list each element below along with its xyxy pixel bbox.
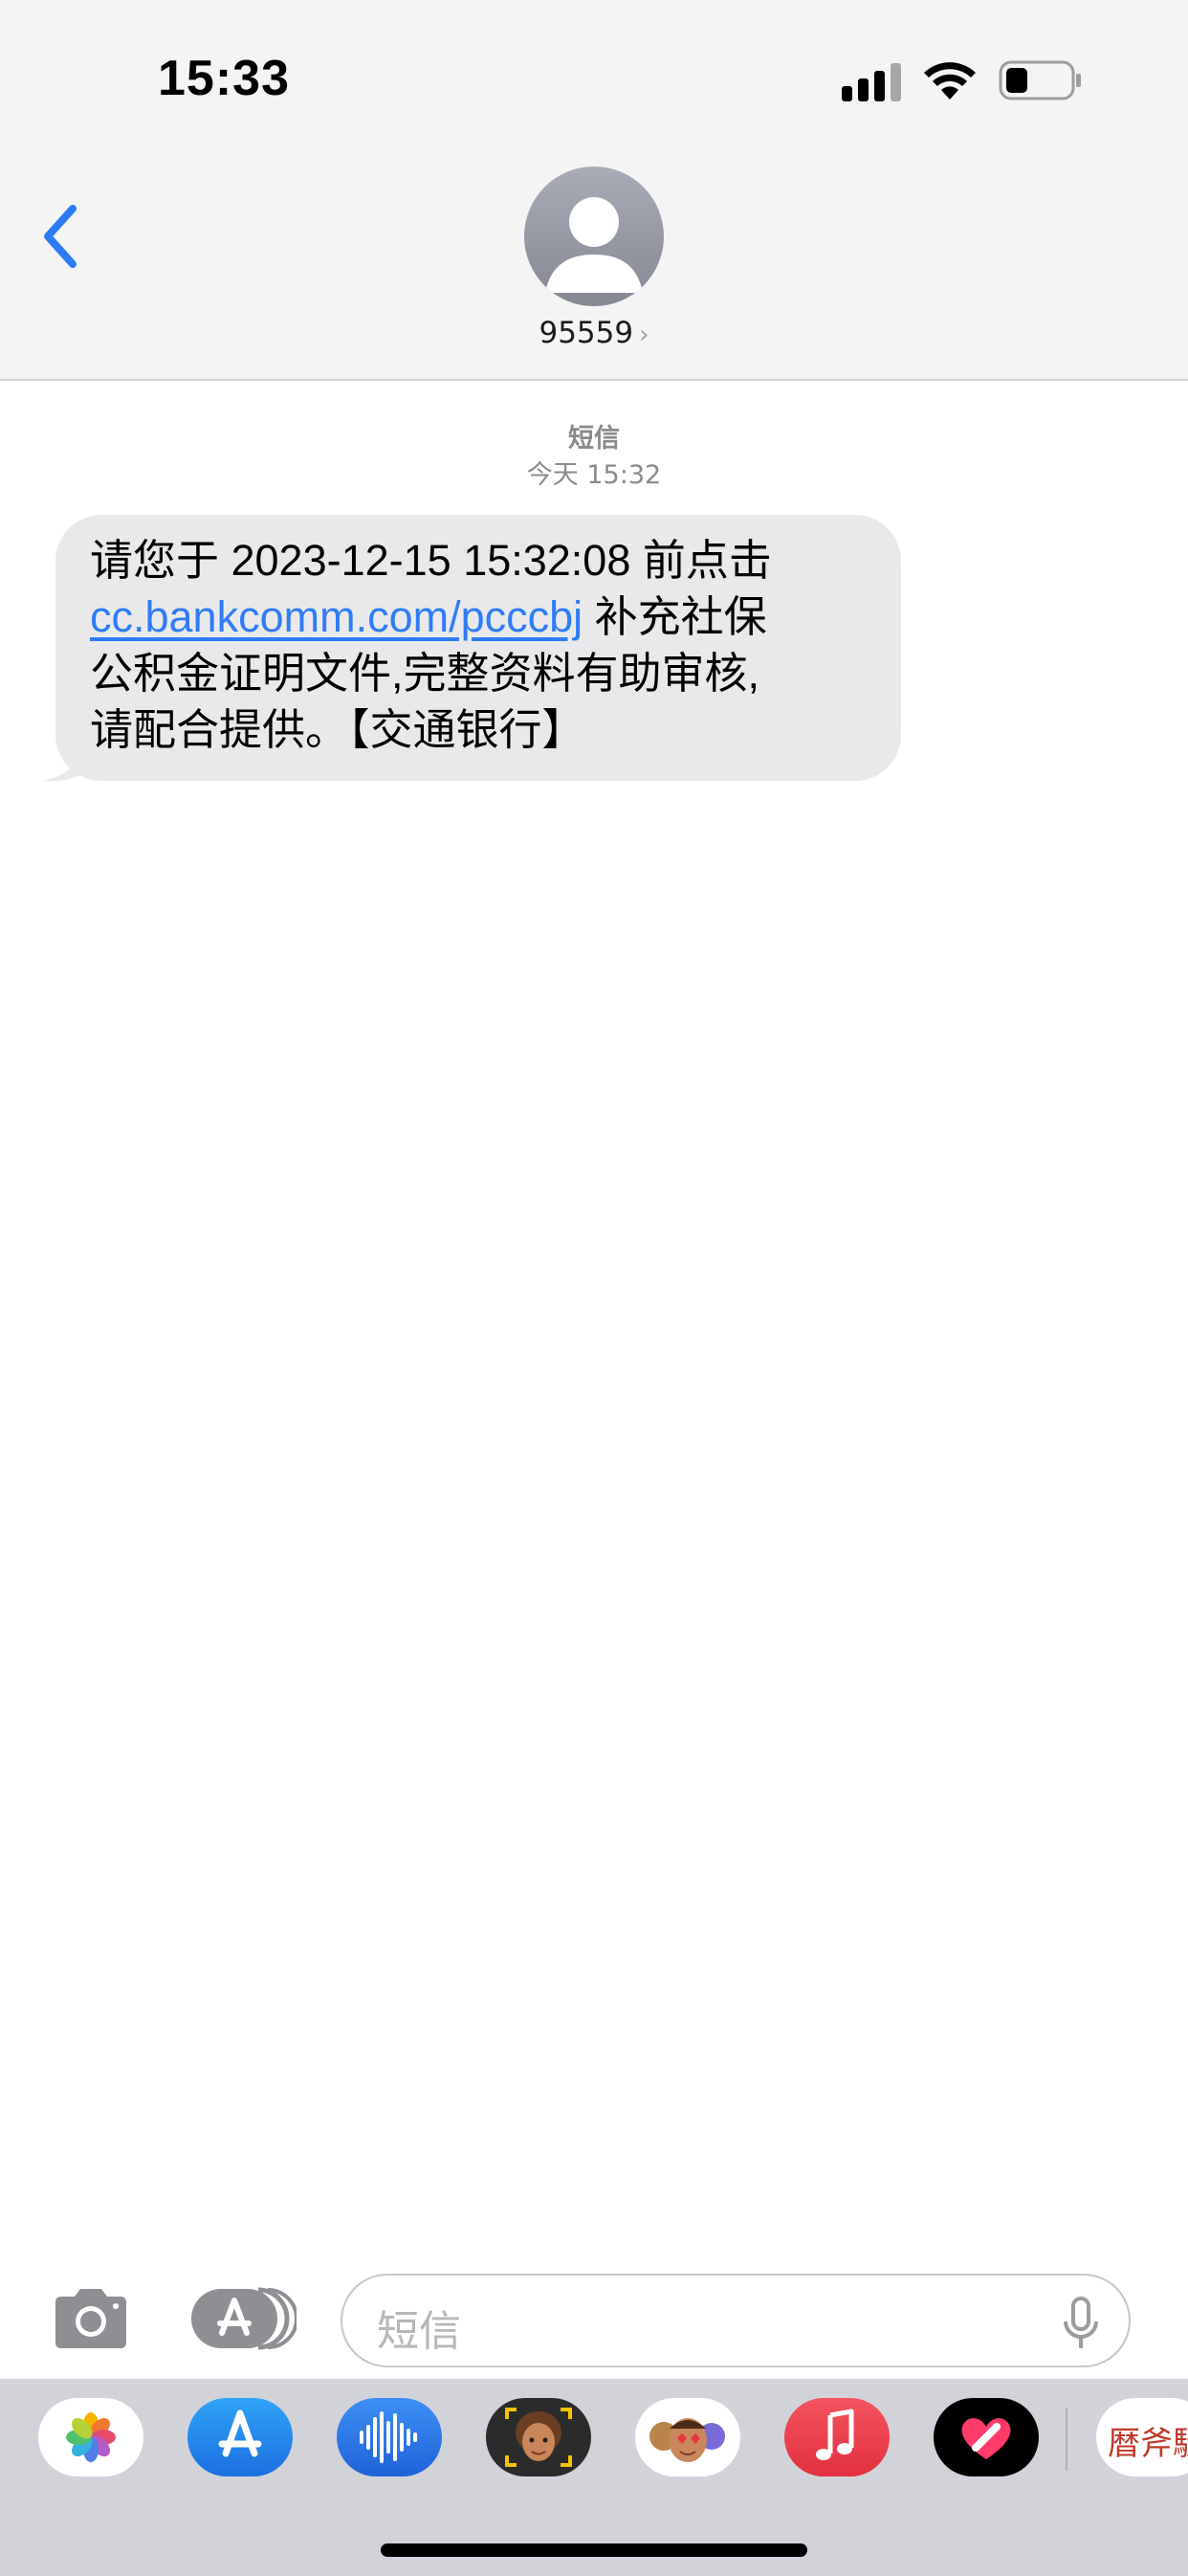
back-chevron-icon[interactable] bbox=[40, 203, 82, 270]
camera-icon[interactable] bbox=[50, 2285, 132, 2352]
contact-name-button[interactable]: 95559 › bbox=[0, 316, 1188, 350]
imessage-app-drawer: 暦斧騒 bbox=[0, 2379, 1188, 2576]
message-input[interactable]: 短信 bbox=[341, 2274, 1131, 2367]
message-line-3: 公积金证明文件,完整资料有助审核, bbox=[90, 649, 760, 698]
animoji-stickers-icon[interactable] bbox=[635, 2398, 740, 2476]
message-line-1: 请您于 2023-12-15 15:32:08 前点击 bbox=[90, 536, 772, 585]
digital-touch-icon[interactable] bbox=[934, 2398, 1039, 2476]
contact-number: 95559 bbox=[539, 316, 634, 350]
message-line-2: 补充社保 bbox=[583, 592, 767, 641]
person-silhouette-icon bbox=[545, 197, 643, 293]
message-text: 请您于 2023-12-15 15:32:08 前点击 cc.bankcomm.… bbox=[90, 532, 884, 758]
cellular-signal-icon bbox=[842, 63, 901, 101]
input-placeholder: 短信 bbox=[377, 2307, 461, 2356]
sticker-text: 暦斧騒 bbox=[1108, 2425, 1188, 2463]
microphone-icon[interactable] bbox=[1062, 2297, 1100, 2350]
memoji-icon[interactable] bbox=[486, 2398, 591, 2476]
app-store-icon[interactable] bbox=[187, 2398, 293, 2476]
wifi-icon bbox=[924, 62, 976, 100]
app-store-button-icon[interactable] bbox=[191, 2285, 297, 2352]
service-label: 短信 bbox=[568, 424, 620, 454]
message-line-4: 请配合提供。【交通银行】 bbox=[90, 705, 585, 754]
music-app-icon[interactable] bbox=[784, 2398, 890, 2476]
audio-message-icon[interactable] bbox=[337, 2398, 442, 2476]
photos-app-icon[interactable] bbox=[38, 2398, 143, 2476]
message-timestamp: 今天 15:32 bbox=[526, 460, 662, 490]
drawer-separator bbox=[1066, 2408, 1067, 2471]
calendar-sticker-icon[interactable]: 暦斧騒 bbox=[1096, 2398, 1188, 2476]
conversation-header: 15:33 95559 › bbox=[0, 0, 1188, 381]
home-indicator[interactable] bbox=[381, 2543, 807, 2557]
contact-avatar[interactable] bbox=[524, 167, 664, 306]
battery-icon bbox=[999, 60, 1081, 100]
chevron-right-icon: › bbox=[639, 321, 649, 349]
status-time: 15:33 bbox=[158, 51, 290, 106]
message-link[interactable]: cc.bankcomm.com/pcccbj bbox=[90, 592, 583, 641]
